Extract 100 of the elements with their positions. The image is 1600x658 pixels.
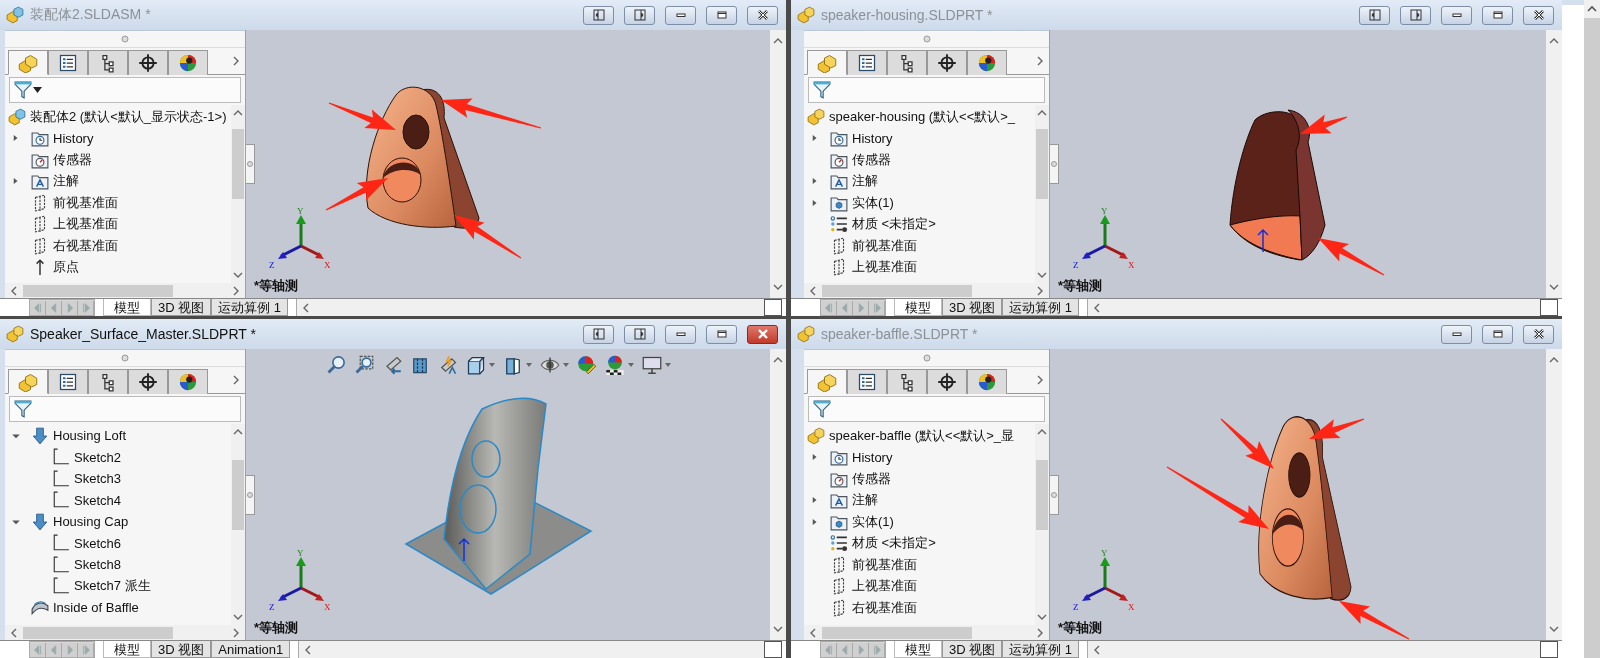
minimize-button[interactable] (665, 324, 696, 344)
model-tab[interactable]: Animation1 (211, 641, 291, 658)
close-button[interactable] (747, 5, 778, 25)
view-orientation-cube-icon[interactable] (466, 355, 486, 375)
close-button[interactable] (747, 324, 778, 344)
color-ball-tab[interactable] (967, 50, 1007, 75)
minimize-button[interactable] (1441, 5, 1472, 25)
tree-item[interactable]: 注解 (852, 172, 878, 191)
vertical-scrollbar[interactable] (1035, 105, 1049, 283)
display-style-cube-icon[interactable] (503, 355, 523, 375)
model-tab[interactable]: 运动算例 1 (1002, 641, 1080, 658)
tree-item[interactable]: 上视基准面 (852, 258, 917, 277)
restore-button[interactable] (1482, 324, 1513, 344)
tree-root-item[interactable]: speaker-baffle (默认<<默认>_显 (829, 426, 1015, 445)
tree-item[interactable]: 传感器 (852, 469, 891, 488)
tree-item[interactable]: 前视基准面 (53, 193, 118, 212)
tree-item[interactable]: 传感器 (53, 150, 92, 169)
tile-left-button[interactable] (1359, 5, 1390, 25)
vertical-scrollbar[interactable] (1546, 30, 1562, 298)
page-scrollbar[interactable] (1584, 0, 1600, 658)
graphics-area[interactable]: Y Z X *等轴测 (1050, 30, 1562, 298)
model-tab[interactable]: 运动算例 1 (211, 299, 289, 316)
model-tab[interactable]: 3D 视图 (942, 641, 1003, 658)
crosshair-tab[interactable] (927, 50, 967, 75)
scene-ball-icon[interactable] (605, 355, 625, 375)
tree-item[interactable]: 前视基准面 (852, 555, 917, 574)
eye-icon[interactable] (540, 355, 560, 375)
section-view-icon[interactable] (410, 355, 430, 375)
horizontal-scrollbar[interactable] (298, 641, 764, 658)
horizontal-scrollbar[interactable] (1087, 641, 1540, 658)
configuration-tab[interactable] (88, 369, 128, 394)
tree-item[interactable]: Sketch6 (74, 535, 121, 551)
filter-field[interactable] (9, 77, 241, 103)
tree-item[interactable]: 注解 (852, 491, 878, 510)
model-tab[interactable]: 3D 视图 (151, 641, 212, 658)
restore-button[interactable] (706, 5, 737, 25)
color-ball-tab[interactable] (168, 50, 208, 75)
tree-item[interactable]: Sketch7 派生 (74, 577, 151, 596)
model-tab[interactable]: 模型 (894, 641, 942, 658)
tree-item[interactable]: 右视基准面 (53, 236, 118, 255)
filter-field[interactable] (9, 396, 241, 422)
model-tab[interactable]: 模型 (894, 299, 942, 316)
model-tab[interactable]: 运动算例 1 (1002, 299, 1080, 316)
tile-left-button[interactable] (583, 5, 614, 25)
horizontal-scrollbar[interactable] (804, 283, 1049, 298)
grip-handle-icon[interactable] (121, 354, 129, 362)
restore-button[interactable] (706, 324, 737, 344)
close-button[interactable] (1523, 5, 1554, 25)
tile-right-button[interactable] (1400, 5, 1431, 25)
configuration-tab[interactable] (887, 50, 927, 75)
property-list-tab[interactable] (48, 369, 88, 394)
filter-field[interactable] (808, 77, 1045, 103)
tile-right-button[interactable] (624, 324, 655, 344)
vertical-scrollbar[interactable] (1035, 424, 1049, 625)
vertical-scrollbar[interactable] (770, 30, 786, 298)
caret-icon[interactable] (33, 87, 42, 93)
vertical-scrollbar[interactable] (770, 349, 786, 640)
configuration-tab[interactable] (88, 50, 128, 75)
splitter-handle[interactable] (246, 144, 255, 184)
monitor-icon[interactable] (642, 355, 662, 375)
splitter-handle[interactable] (1050, 474, 1059, 515)
tree-item[interactable]: 右视基准面 (852, 598, 917, 617)
tile-left-button[interactable] (583, 324, 614, 344)
tree-item[interactable]: History (852, 449, 893, 465)
crosshair-tab[interactable] (927, 369, 967, 394)
graphics-area[interactable]: Y Z X *等轴测 (1050, 349, 1562, 640)
filter-field[interactable] (808, 396, 1045, 422)
crosshair-tab[interactable] (128, 50, 168, 75)
grip-handle-icon[interactable] (121, 35, 129, 43)
horizontal-scrollbar[interactable] (1087, 299, 1540, 316)
color-ball-tab[interactable] (967, 369, 1007, 394)
tree-root-item[interactable]: 装配体2 (默认<默认_显示状态-1>) (30, 107, 227, 126)
tree-item[interactable]: History (53, 130, 94, 146)
tree-item[interactable]: 材质 <未指定> (852, 534, 936, 553)
vertical-scrollbar[interactable] (231, 105, 245, 283)
tree-item[interactable]: 实体(1) (852, 193, 894, 212)
tile-right-button[interactable] (624, 5, 655, 25)
tree-item[interactable]: Housing Loft (53, 428, 126, 444)
tree-item[interactable]: 前视基准面 (852, 236, 917, 255)
splitter-handle[interactable] (246, 474, 255, 515)
annotation-view-icon[interactable] (438, 355, 458, 375)
graphics-area[interactable]: Y Z X *等轴测 (246, 30, 786, 298)
property-list-tab[interactable] (48, 50, 88, 75)
graphics-area[interactable]: Y Z X *等轴测 (246, 349, 786, 640)
close-button[interactable] (1523, 324, 1554, 344)
splitter-handle[interactable] (1050, 144, 1059, 184)
vertical-scrollbar[interactable] (231, 424, 245, 625)
tree-item[interactable]: Sketch2 (74, 449, 121, 465)
horizontal-scrollbar[interactable] (5, 283, 245, 298)
horizontal-scrollbar[interactable] (296, 299, 764, 316)
minimize-button[interactable] (1441, 324, 1472, 344)
tree-item[interactable]: Sketch4 (74, 492, 121, 508)
tree-item[interactable]: 实体(1) (852, 512, 894, 531)
tree-item[interactable]: 上视基准面 (53, 215, 118, 234)
tree-item[interactable]: Inside of Baffle (53, 600, 139, 616)
horizontal-scrollbar[interactable] (5, 625, 245, 640)
tree-item[interactable]: 注解 (53, 172, 79, 191)
tree-item[interactable]: Sketch8 (74, 557, 121, 573)
tree-item[interactable]: 传感器 (852, 150, 891, 169)
tree-item[interactable]: Sketch3 (74, 471, 121, 487)
